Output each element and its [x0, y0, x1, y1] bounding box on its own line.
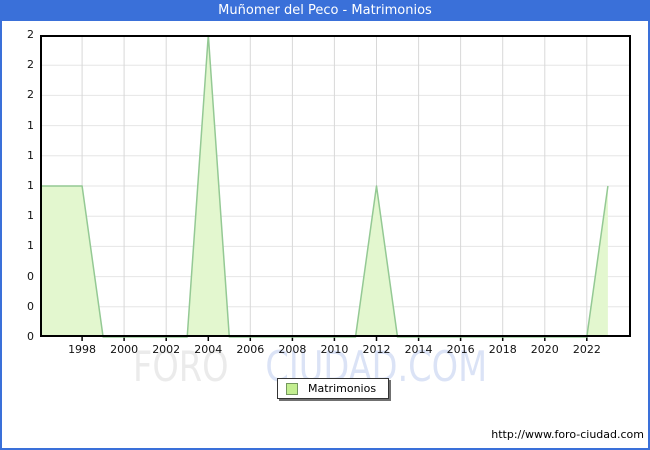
y-tick-label: 1	[27, 118, 34, 132]
y-tick-label: 2	[27, 58, 34, 72]
y-tick-label: 2	[27, 88, 34, 102]
chart-title-bar: Muñomer del Peco - Matrimonios	[0, 0, 650, 21]
legend-swatch-icon	[286, 382, 298, 395]
chart-image: Muñomer del Peco - Matrimonios 2 2 2 1 1 1 1 1 0…	[0, 0, 650, 450]
y-tick-label: 0	[27, 269, 34, 283]
footer-url: http://www.foro-ciudad.com	[491, 428, 644, 441]
chart-title: Muñomer del Peco - Matrimonios	[218, 3, 432, 18]
x-tick-label: 2022	[572, 343, 601, 356]
legend-label: Matrimonios	[308, 382, 377, 395]
y-tick-label: 0	[27, 299, 34, 313]
y-tick-label: 1	[27, 209, 34, 223]
y-tick-label: 1	[27, 148, 34, 162]
plot-area	[40, 35, 631, 341]
y-tick-label: 0	[27, 330, 34, 343]
y-tick-label: 1	[27, 239, 34, 253]
y-tick-label: 1	[27, 179, 34, 192]
y-tick-label: 2	[27, 28, 34, 41]
legend-box: Matrimonios	[277, 378, 390, 399]
